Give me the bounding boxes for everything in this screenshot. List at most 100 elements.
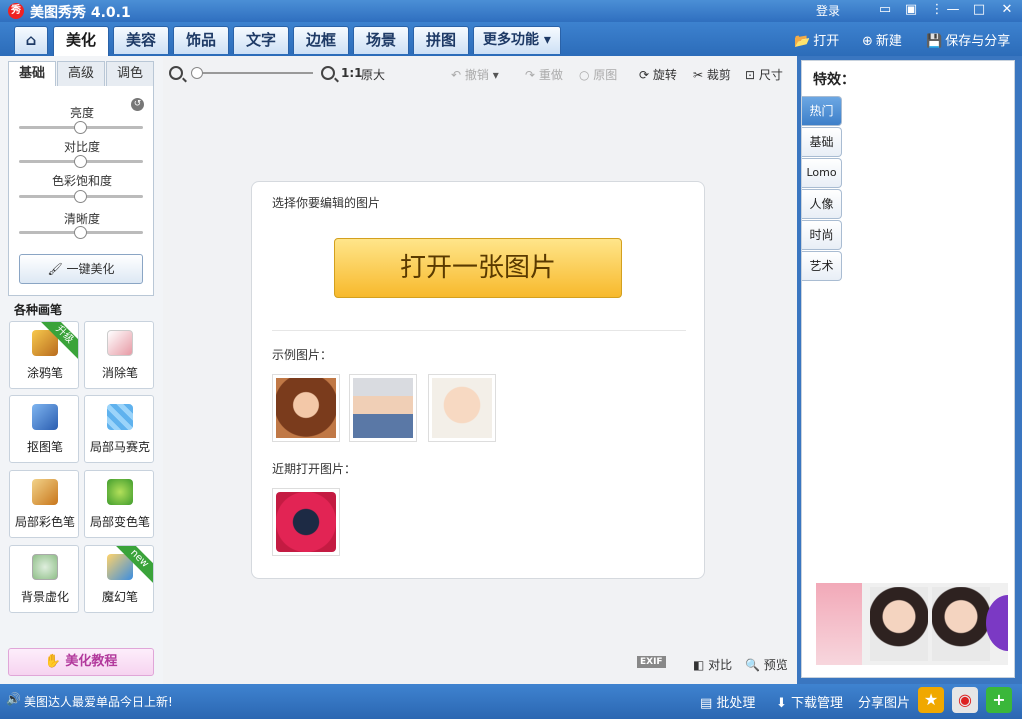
left-panel: 基础 高级 调色 ↺ 亮度 对比度 色彩饱和度 清晰度 🖌 一键美化 各种画笔 … — [0, 56, 163, 684]
recolor-brush-tool[interactable]: 局部变色笔 — [84, 470, 154, 538]
zoom-slider[interactable] — [191, 67, 313, 79]
size-button[interactable]: ⊡ 尺寸 — [745, 66, 783, 83]
example-image-1[interactable] — [272, 374, 340, 442]
status-message[interactable]: 美图达人最爱单品今日上新! — [24, 693, 173, 710]
tab-more-label: 更多功能 — [483, 32, 540, 48]
cutout-pen-icon — [32, 404, 58, 430]
sharpness-label: 清晰度 — [63, 212, 100, 226]
fx-category-lomo[interactable]: Lomo — [802, 158, 842, 188]
slider-knob[interactable] — [74, 121, 87, 134]
zoom-in-icon[interactable] — [321, 66, 335, 80]
mosaic-brush-tool[interactable]: 局部马赛克 — [84, 395, 154, 463]
minimize-icon[interactable]: — — [942, 1, 964, 19]
message-icon[interactable]: ▭ — [874, 1, 896, 19]
tab-text[interactable]: 文字 — [233, 26, 289, 54]
preview-button[interactable]: 🔍 预览 — [745, 656, 788, 673]
tab-beauty[interactable]: 美容 — [113, 26, 169, 54]
original-button[interactable]: ○ 原图 — [579, 66, 617, 83]
new-button[interactable]: ⊕ 新建 — [862, 30, 902, 49]
slider-knob[interactable] — [74, 226, 87, 239]
close-icon[interactable]: ✕ — [996, 1, 1018, 19]
exif-button[interactable]: EXIF — [637, 656, 666, 668]
maximize-icon[interactable]: □ — [968, 1, 990, 19]
tab-scene[interactable]: 场景 — [353, 26, 409, 54]
cutout-brush-tool[interactable]: 抠图笔 — [9, 395, 79, 463]
slider-knob[interactable] — [74, 155, 87, 168]
undo-button[interactable]: ↶ 撤销 ▾ — [451, 66, 499, 83]
tool-label: 抠图笔 — [26, 440, 63, 454]
login-link[interactable]: 登录 — [816, 2, 840, 19]
onekey-beautify-button[interactable]: 🖌 一键美化 — [19, 254, 143, 284]
crop-label: 裁剪 — [706, 68, 731, 82]
redo-icon: ↷ — [525, 68, 539, 82]
fx-category-basic[interactable]: 基础 — [802, 127, 842, 157]
menu-icon[interactable]: ▣ — [900, 1, 922, 19]
batch-button[interactable]: ▤ 批处理 — [700, 692, 755, 711]
sharpness-slider[interactable] — [19, 226, 143, 239]
fx-category-fashion[interactable]: 时尚 — [802, 220, 842, 250]
brightness-slider[interactable] — [19, 121, 143, 134]
zoom-out-icon[interactable] — [169, 66, 183, 80]
color-brush-tool[interactable]: 局部彩色笔 — [9, 470, 79, 538]
share-image-button[interactable]: 分享图片 — [858, 692, 910, 711]
star-icon[interactable]: ★ — [918, 687, 944, 713]
background-blur-tool[interactable]: 背景虚化 — [9, 545, 79, 613]
subtab-advanced[interactable]: 高级 — [57, 61, 105, 87]
saturation-slider[interactable] — [19, 190, 143, 203]
ad-product-image — [816, 583, 862, 665]
weibo-icon[interactable]: ◉ — [952, 687, 978, 713]
eraser-brush-tool[interactable]: 消除笔 — [84, 321, 154, 389]
magic-brush-tool[interactable]: new 魔幻笔 — [84, 545, 154, 613]
subtab-basic[interactable]: 基础 — [8, 61, 56, 87]
add-icon[interactable]: + — [986, 687, 1012, 713]
app-logo-icon: 秀 — [8, 3, 24, 19]
doodle-brush-tool[interactable]: 升级 涂鸦笔 — [9, 321, 79, 389]
tab-collage[interactable]: 拼图 — [413, 26, 469, 54]
fx-category-hot[interactable]: 热门 — [802, 96, 842, 126]
subtab-color[interactable]: 调色 — [106, 61, 154, 87]
tutorial-label: 美化教程 — [65, 654, 118, 669]
home-icon[interactable]: ⌂ — [14, 26, 48, 54]
rotate-button[interactable]: ⟳ 旋转 — [639, 66, 677, 83]
ad-banner[interactable] — [816, 583, 1008, 665]
tab-border[interactable]: 边框 — [293, 26, 349, 54]
speaker-icon: 🔊 — [6, 692, 21, 706]
beautify-tutorial-button[interactable]: ✋ 美化教程 — [8, 648, 154, 676]
brightness-label: 亮度 — [69, 106, 94, 120]
crop-button[interactable]: ✂ 裁剪 — [693, 66, 731, 83]
zoom-original-button[interactable]: 原大 — [361, 66, 385, 83]
compare-button[interactable]: ◧ 对比 — [693, 656, 732, 673]
zoom-knob[interactable] — [191, 67, 203, 79]
zoom-ratio[interactable]: 1:1 — [341, 66, 363, 80]
example-image-3[interactable] — [428, 374, 496, 442]
redo-button[interactable]: ↷ 重做 — [525, 66, 563, 83]
save-icon: 💾 — [926, 34, 943, 49]
contrast-slider[interactable] — [19, 155, 143, 168]
save-share-button[interactable]: 💾 保存与分享 — [926, 30, 1010, 49]
status-bar: 🔊 美图达人最爱单品今日上新! ▤ 批处理 ⬇ 下载管理 分享图片 ★ ◉ + — [0, 684, 1022, 719]
new-label: 新建 — [875, 34, 902, 49]
example-thumbnail — [276, 378, 336, 438]
example-image-2[interactable] — [349, 374, 417, 442]
tab-accessories[interactable]: 饰品 — [173, 26, 229, 54]
plus-icon: ⊕ — [862, 34, 873, 49]
onekey-label: 一键美化 — [66, 262, 115, 276]
original-label: 原图 — [593, 68, 618, 82]
fx-category-portrait[interactable]: 人像 — [802, 189, 842, 219]
undo-label: 撤销 — [464, 68, 489, 82]
tool-label: 局部变色笔 — [89, 515, 150, 529]
tab-beautify[interactable]: 美化 — [53, 26, 109, 56]
recent-image-1[interactable] — [272, 488, 340, 556]
tool-label: 背景虚化 — [20, 590, 69, 604]
paint-brush-icon — [32, 479, 58, 505]
preview-icon: 🔍 — [745, 658, 764, 672]
recent-thumbnail — [276, 492, 336, 552]
slider-knob[interactable] — [74, 190, 87, 203]
batch-label: 批处理 — [716, 696, 756, 711]
tab-more[interactable]: 更多功能 ▾ — [473, 26, 561, 54]
eraser-icon — [107, 330, 133, 356]
fx-category-art[interactable]: 艺术 — [802, 251, 842, 281]
open-image-button[interactable]: 打开一张图片 — [334, 238, 622, 298]
open-button[interactable]: 📂 打开 — [794, 30, 839, 49]
download-manager-button[interactable]: ⬇ 下载管理 — [776, 692, 843, 711]
